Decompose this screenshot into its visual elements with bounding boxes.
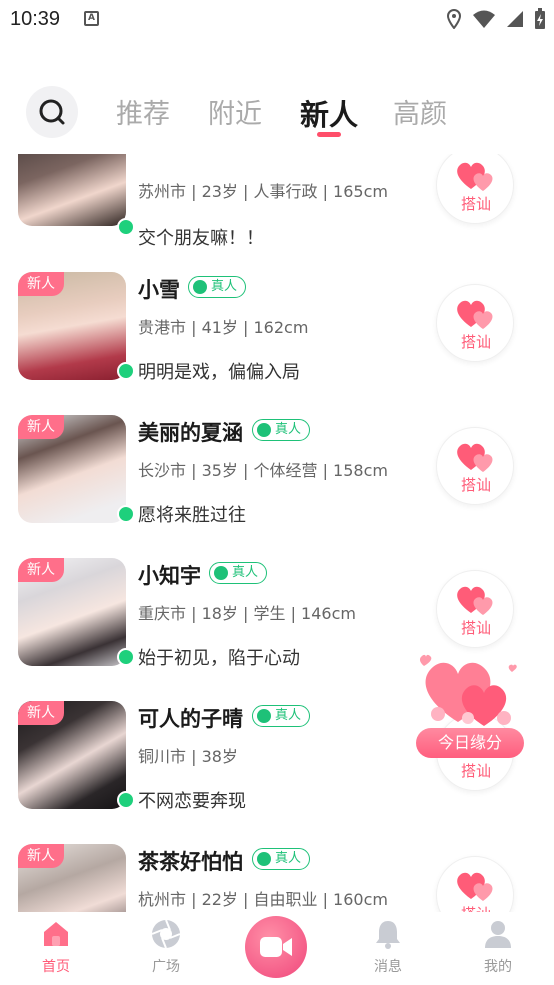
user-name: 美丽的夏涵	[138, 421, 243, 445]
big-hearts-icon	[419, 654, 517, 726]
daily-fate-widget[interactable]: 今日缘分	[412, 648, 528, 758]
hearts-icon	[457, 300, 493, 329]
verified-badge: 真人	[209, 562, 268, 584]
tab-nearby[interactable]: 附近	[208, 92, 262, 131]
aperture-icon	[151, 919, 181, 949]
greet-label: 搭讪	[437, 903, 515, 912]
user-meta: 贵港市 | 41岁 | 162cm	[138, 318, 309, 337]
user-card[interactable]: 新人 小雪 真人 贵港市 | 41岁 | 162cm 明明是戏，偏偏入局 搭讪	[0, 254, 554, 394]
user-bio: 始于初见，陷于心动	[138, 648, 300, 669]
notification-icon: A	[84, 11, 99, 26]
check-icon	[257, 709, 271, 723]
user-card[interactable]: 新人 美丽的夏涵 真人 长沙市 | 35岁 | 个体经营 | 158cm 愿将来…	[0, 397, 554, 537]
user-bio: 明明是戏，偏偏入局	[138, 362, 300, 383]
greet-button[interactable]: 搭讪	[436, 570, 514, 648]
online-indicator	[117, 791, 135, 809]
nav-square[interactable]: 广场	[126, 918, 206, 976]
greet-label: 搭讪	[460, 762, 491, 780]
home-icon	[44, 922, 68, 946]
verified-badge: 真人	[252, 848, 311, 870]
hearts-icon	[457, 162, 493, 191]
check-icon	[257, 423, 271, 437]
user-card[interactable]: 新人 茶茶好怕怕 真人 杭州市 | 22岁 | 自由职业 | 160cm 搭讪	[0, 826, 554, 912]
new-user-tag: 新人	[18, 844, 64, 868]
location-icon	[446, 9, 462, 29]
nav-mine-label: 我的	[484, 959, 512, 975]
verified-badge: 真人	[252, 419, 311, 441]
battery-icon	[535, 8, 545, 29]
user-name: 可人的子晴	[138, 707, 243, 731]
new-user-tag: 新人	[18, 701, 64, 725]
search-icon	[39, 99, 65, 125]
avatar[interactable]: 新人	[18, 272, 126, 380]
user-name: 茶茶好怕怕	[138, 850, 243, 874]
signal-icon	[507, 11, 523, 27]
nav-messages[interactable]: 消息	[348, 918, 428, 976]
hearts-icon	[457, 872, 493, 901]
status-icons	[446, 8, 546, 30]
greet-button[interactable]: 搭讪	[436, 427, 514, 505]
new-user-tag: 新人	[18, 415, 64, 439]
user-bio: 愿将来胜过往	[138, 505, 246, 526]
online-indicator	[117, 218, 135, 236]
online-indicator	[117, 505, 135, 523]
online-indicator	[117, 362, 135, 380]
person-icon	[485, 921, 511, 948]
greet-button[interactable]: 搭讪	[436, 154, 514, 224]
greet-label: 搭讪	[460, 195, 491, 213]
hearts-icon	[457, 586, 493, 615]
greet-button[interactable]: 搭讪	[436, 856, 514, 912]
tab-attractive[interactable]: 高颜	[393, 92, 447, 131]
nav-home-label: 首页	[42, 959, 70, 975]
avatar[interactable]: 新人	[18, 415, 126, 523]
user-meta: 苏州市 | 23岁 | 人事行政 | 165cm	[138, 182, 388, 201]
user-name: 小知宇	[138, 564, 201, 588]
bottom-nav: 首页 广场 消息 我的	[0, 912, 554, 985]
greet-label: 搭讪	[460, 476, 491, 494]
avatar[interactable]	[18, 154, 126, 226]
status-time: 10:39	[10, 8, 61, 30]
user-meta: 杭州市 | 22岁 | 自由职业 | 160cm	[138, 890, 388, 909]
user-list[interactable]: 苏州市 | 23岁 | 人事行政 | 165cm 交个朋友嘛！！ 搭讪 新人 小…	[0, 154, 554, 912]
video-call-button[interactable]	[245, 916, 307, 978]
nav-messages-label: 消息	[374, 959, 402, 975]
user-bio: 交个朋友嘛！！	[138, 228, 264, 249]
user-meta: 重庆市 | 18岁 | 学生 | 146cm	[138, 604, 356, 623]
new-user-tag: 新人	[18, 272, 64, 296]
user-name: 小雪	[138, 278, 180, 302]
video-camera-icon	[260, 937, 292, 957]
avatar[interactable]: 新人	[18, 701, 126, 809]
nav-mine[interactable]: 我的	[458, 918, 538, 976]
verified-badge: 真人	[188, 276, 247, 298]
check-icon	[257, 852, 271, 866]
online-indicator	[117, 648, 135, 666]
nav-square-label: 广场	[152, 959, 180, 975]
user-bio: 不网恋要奔现	[138, 791, 246, 812]
greet-label: 搭讪	[460, 333, 491, 351]
wifi-icon	[473, 10, 495, 28]
user-meta: 铜川市 | 38岁	[138, 747, 238, 766]
user-card[interactable]: 苏州市 | 23岁 | 人事行政 | 165cm 交个朋友嘛！！ 搭讪	[0, 154, 554, 249]
greet-label: 搭讪	[460, 619, 491, 637]
avatar[interactable]: 新人	[18, 558, 126, 666]
verified-badge: 真人	[252, 705, 311, 727]
bell-icon	[376, 921, 400, 949]
hearts-icon	[457, 443, 493, 472]
new-user-tag: 新人	[18, 558, 64, 582]
user-meta: 长沙市 | 35岁 | 个体经营 | 158cm	[138, 461, 388, 480]
top-tab-bar: 推荐 附近 新人 高颜	[0, 84, 554, 140]
tab-recommend[interactable]: 推荐	[116, 92, 170, 131]
status-bar: 10:39 A	[0, 0, 554, 40]
tab-new[interactable]: 新人	[300, 92, 358, 134]
nav-home[interactable]: 首页	[16, 918, 96, 976]
search-button[interactable]	[26, 86, 78, 138]
greet-button[interactable]: 搭讪	[436, 284, 514, 362]
active-tab-indicator	[317, 132, 341, 137]
avatar[interactable]: 新人	[18, 844, 126, 912]
check-icon	[214, 566, 228, 580]
daily-fate-label: 今日缘分	[416, 728, 524, 758]
check-icon	[193, 280, 207, 294]
